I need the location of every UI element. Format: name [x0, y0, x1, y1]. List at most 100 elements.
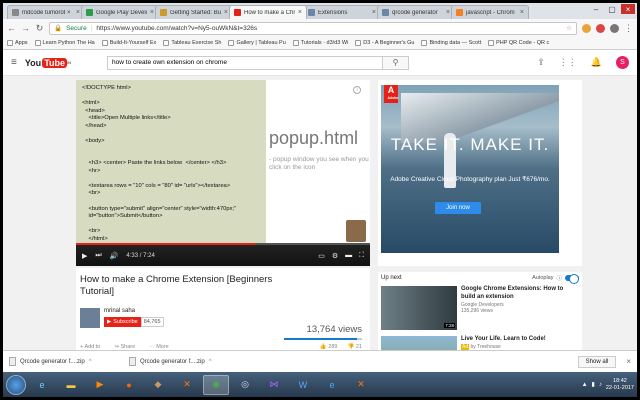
- taskbar-app-gimp[interactable]: ◆: [145, 375, 171, 395]
- display-ad[interactable]: A Adobe TAKE IT. MAKE IT. Adobe Creative …: [378, 80, 582, 266]
- network-icon[interactable]: ▮: [592, 381, 595, 388]
- close-icon[interactable]: ×: [626, 357, 631, 366]
- star-icon[interactable]: ☆: [566, 24, 572, 32]
- back-icon[interactable]: ←: [7, 23, 16, 33]
- settings-icon[interactable]: ⚙: [332, 252, 338, 260]
- browser-tab[interactable]: javascript - Chrom ×: [451, 5, 529, 19]
- taskbar-app-media[interactable]: ▶: [87, 375, 113, 395]
- bookmark[interactable]: Tutorials · d3/d3 Wi: [292, 40, 348, 46]
- youtube-header: ≡ YouTubeIN ⚲ ⇪ ⋮⋮ 🔔 S: [3, 50, 637, 76]
- close-icon[interactable]: ×: [76, 9, 80, 16]
- chevron-down-icon[interactable]: ^: [209, 359, 212, 365]
- bookmark[interactable]: D3 - A Beginner's Gu: [355, 40, 414, 46]
- url-text[interactable]: https://www.youtube.com/watch?v=Ny5-ouWk…: [96, 25, 257, 32]
- taskbar-app-tool[interactable]: ◎: [232, 375, 258, 395]
- hamburger-menu-icon[interactable]: ≡: [11, 57, 17, 68]
- bookmark[interactable]: Gallery | Tableau Pu: [228, 40, 286, 46]
- tab-favicon: [86, 9, 93, 16]
- subscribe-button[interactable]: ▶ Subscribe 84,765: [104, 317, 164, 327]
- tray-arrow-icon[interactable]: ▲: [582, 382, 588, 388]
- close-icon[interactable]: ×: [298, 9, 302, 16]
- close-icon[interactable]: ×: [224, 9, 228, 16]
- taskbar-app-edge[interactable]: e: [319, 375, 345, 395]
- ad-image[interactable]: A Adobe TAKE IT. MAKE IT. Adobe Creative …: [381, 85, 559, 253]
- miniplayer-icon[interactable]: ▬: [345, 252, 352, 260]
- taskbar-app-ie[interactable]: e: [29, 375, 55, 395]
- taskbar-app-vs[interactable]: ⋈: [261, 375, 287, 395]
- download-item[interactable]: Qrcode generator f....zip ^: [129, 357, 239, 366]
- browser-tab[interactable]: qrcode generator ×: [377, 5, 455, 19]
- presenter-thumbnail: [346, 220, 366, 242]
- captions-icon[interactable]: ▭: [318, 252, 325, 260]
- taskbar-app-explorer[interactable]: ▬: [58, 375, 84, 395]
- browser-tab[interactable]: Google Play Developer×: [81, 5, 159, 19]
- next-icon[interactable]: ⏭: [95, 252, 101, 260]
- window-close-icon[interactable]: ×: [621, 4, 635, 14]
- extension-icon[interactable]: [596, 23, 605, 33]
- upload-icon[interactable]: ⇪: [537, 57, 545, 68]
- video-frame[interactable]: <!DOCTYPE html> <html> <head> <title>Ope…: [76, 80, 370, 245]
- recommended-video[interactable]: 7:28 Google Chrome Extensions: How to bu…: [378, 284, 582, 334]
- notifications-icon[interactable]: 🔔: [591, 57, 602, 68]
- bookmark-label: Gallery | Tableau Pu: [236, 40, 286, 46]
- channel-avatar[interactable]: [80, 308, 100, 328]
- taskbar-app-xampp2[interactable]: ✕: [348, 375, 374, 395]
- close-icon[interactable]: ×: [150, 9, 154, 16]
- chrome-menu-icon[interactable]: ⋮: [624, 23, 633, 34]
- bookmark-apps[interactable]: Apps: [7, 40, 28, 46]
- taskbar-app-chrome[interactable]: ◉: [203, 374, 229, 395]
- channel-name[interactable]: mrinal saha: [104, 308, 164, 314]
- browser-tab[interactable]: Extensions ×: [303, 5, 381, 19]
- url-field[interactable]: 🔒 Secure | https://www.youtube.com/watch…: [49, 21, 577, 35]
- code-line: <title>Open Multiple links</title>: [82, 115, 171, 122]
- page-icon: [421, 40, 428, 46]
- extension-icon[interactable]: [610, 23, 619, 33]
- join-now-button[interactable]: Join now: [435, 202, 481, 214]
- bookmark[interactable]: PHP QR Code - QR c: [488, 40, 549, 46]
- extension-icon[interactable]: [582, 23, 591, 33]
- play-icon[interactable]: ▶: [82, 252, 87, 260]
- up-next-panel: Up next Autoplay ⓘ 7:28 Google Chrome Ext…: [378, 272, 582, 380]
- browser-tab[interactable]: Getting Started: Bu ×: [155, 5, 233, 19]
- apps-grid-icon[interactable]: ⋮⋮: [559, 57, 577, 68]
- autoplay-toggle[interactable]: [565, 274, 579, 284]
- volume-icon[interactable]: ♪: [599, 382, 602, 388]
- search-icon[interactable]: ⚲: [382, 56, 409, 69]
- page-icon: [355, 40, 362, 46]
- taskbar-app-word[interactable]: W: [290, 375, 316, 395]
- tab-label: qrcode generator: [392, 9, 438, 16]
- fullscreen-icon[interactable]: ⛶: [359, 252, 364, 260]
- avatar[interactable]: S: [616, 56, 629, 69]
- info-icon[interactable]: i: [353, 86, 361, 94]
- info-icon[interactable]: ⓘ: [556, 274, 562, 282]
- start-button[interactable]: [6, 374, 26, 395]
- video-player[interactable]: <!DOCTYPE html> <html> <head> <title>Ope…: [76, 80, 370, 266]
- adobe-logo-text: Adobe: [387, 96, 399, 100]
- search-input[interactable]: [108, 56, 383, 69]
- bookmark[interactable]: Tableau Exercise Sh: [163, 40, 221, 46]
- ad-body: Adobe Creative Cloud Photography plan Ju…: [390, 176, 550, 183]
- minimize-icon[interactable]: –: [589, 4, 603, 14]
- browser-tab-active[interactable]: How to make a Chr ×: [229, 5, 307, 19]
- download-item[interactable]: Qrcode generator f....zip ^: [9, 357, 119, 366]
- rec-title[interactable]: Google Chrome Extensions: How to build a…: [461, 286, 579, 302]
- close-icon[interactable]: ×: [446, 9, 450, 16]
- browser-tab[interactable]: mdcode tumorot × ×: [7, 5, 85, 19]
- youtube-logo[interactable]: You Tube IN: [25, 57, 71, 68]
- taskbar-app-xampp[interactable]: ✕: [174, 375, 200, 395]
- close-icon[interactable]: ×: [520, 9, 524, 16]
- show-all-button[interactable]: Show all: [577, 355, 617, 368]
- maximize-icon[interactable]: ▢: [605, 4, 619, 14]
- close-icon[interactable]: ×: [372, 9, 376, 16]
- rec-title[interactable]: Live Your Life. Learn to Code!: [461, 336, 579, 344]
- forward-icon[interactable]: →: [21, 23, 30, 33]
- reload-icon[interactable]: ↻: [35, 23, 44, 34]
- bookmark[interactable]: Binding data — Scott: [421, 40, 481, 46]
- clock[interactable]: 18:42 22-01-2017: [606, 378, 634, 391]
- volume-icon[interactable]: 🔊: [110, 252, 119, 260]
- chevron-down-icon[interactable]: ^: [89, 359, 92, 365]
- taskbar-app-firefox[interactable]: ●: [116, 375, 142, 395]
- bookmark[interactable]: Build-It-Yourself Ex: [101, 40, 156, 46]
- video-thumbnail[interactable]: 7:28: [381, 286, 457, 330]
- bookmark[interactable]: Learn Python The Ha: [34, 40, 95, 46]
